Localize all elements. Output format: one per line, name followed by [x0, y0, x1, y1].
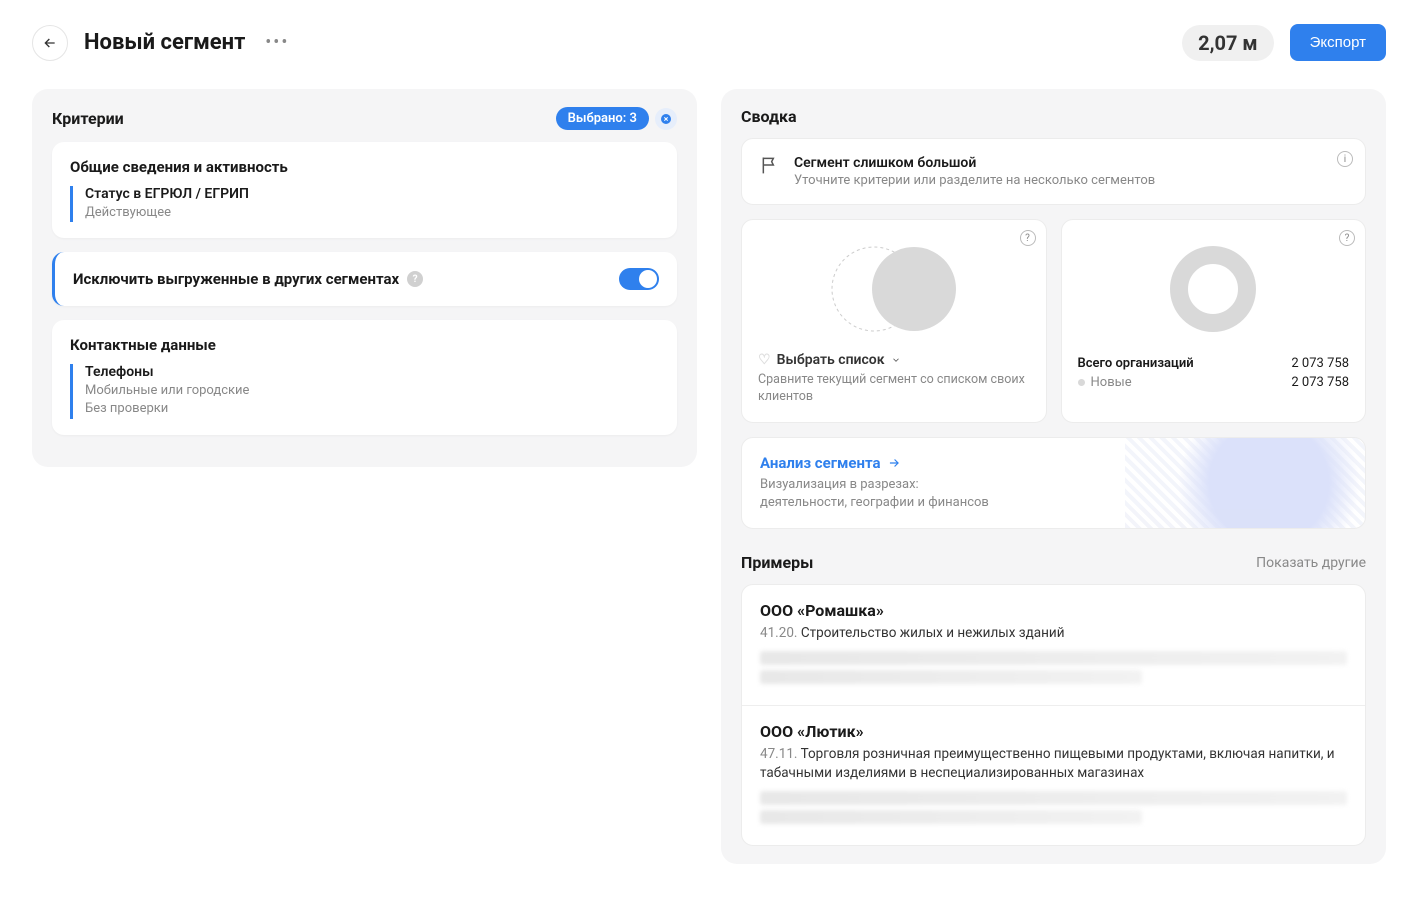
- compare-description: Сравните текущий сегмент со списком свои…: [758, 372, 1030, 406]
- criteria-group-title: Контактные данные: [70, 336, 659, 354]
- criteria-group-contacts[interactable]: Контактные данные Телефоны Мобильные или…: [52, 320, 677, 434]
- criteria-group-title: Общие сведения и активность: [70, 158, 659, 176]
- examples-list: ООО «Ромашка» 41.20. Строительство жилых…: [741, 584, 1366, 846]
- exclude-exported-toggle-card: Исключить выгруженные в других сегментах…: [52, 252, 677, 306]
- ellipsis-icon: •••: [265, 32, 289, 53]
- alert-title: Сегмент слишком большой: [794, 155, 1155, 171]
- page-title: Новый сегмент: [84, 30, 245, 55]
- toggle-label: Исключить выгруженные в других сегментах: [73, 270, 399, 288]
- info-icon[interactable]: i: [1337, 151, 1353, 167]
- criteria-panel: Критерии Выбрано: 3 Общие сведения и акт…: [32, 89, 697, 467]
- help-icon[interactable]: ?: [407, 271, 423, 287]
- example-activity: Торговля розничная преимущественно пищев…: [760, 746, 1335, 781]
- show-other-button[interactable]: Показать другие: [1256, 555, 1366, 571]
- analysis-link[interactable]: Анализ сегмента: [760, 454, 881, 472]
- venn-diagram-icon: [814, 239, 974, 339]
- compare-card: ? ♡ Выбрать список Сравните т: [741, 219, 1047, 423]
- segment-too-large-alert: Сегмент слишком большой Уточните критери…: [741, 138, 1366, 205]
- example-name: ООО «Ромашка»: [760, 601, 1347, 620]
- example-item[interactable]: ООО «Лютик» 47.11. Торговля розничная пр…: [742, 706, 1365, 845]
- selected-count-pill[interactable]: Выбрано: 3: [556, 107, 649, 130]
- blurred-meta: [760, 810, 1142, 824]
- heart-icon: ♡: [758, 352, 771, 368]
- help-icon[interactable]: ?: [1339, 230, 1355, 246]
- chevron-down-icon: [891, 355, 901, 365]
- select-list-label: Выбрать список: [777, 352, 885, 368]
- analysis-card[interactable]: Анализ сегмента Визуализация в разрезах:…: [741, 437, 1366, 529]
- segment-count-badge: 2,07 м: [1182, 25, 1274, 61]
- criteria-item-phones[interactable]: Телефоны Мобильные или городские Без про…: [70, 364, 659, 418]
- total-orgs-value: 2 073 758: [1291, 356, 1349, 371]
- legend-dot-icon: [1078, 379, 1085, 386]
- more-options-button[interactable]: •••: [261, 27, 293, 59]
- example-okved-code: 41.20.: [760, 625, 797, 641]
- example-activity: Строительство жилых и нежилых зданий: [801, 625, 1065, 641]
- page-header: Новый сегмент ••• 2,07 м Экспорт: [32, 24, 1386, 61]
- summary-title: Сводка: [741, 107, 797, 126]
- blurred-meta: [760, 670, 1142, 684]
- new-orgs-label: Новые: [1091, 375, 1132, 390]
- criteria-group-general[interactable]: Общие сведения и активность Статус в ЕГР…: [52, 142, 677, 238]
- arrow-left-icon: [42, 35, 58, 51]
- export-button[interactable]: Экспорт: [1290, 24, 1386, 61]
- flag-icon: [760, 155, 780, 175]
- criteria-item-status[interactable]: Статус в ЕГРЮЛ / ЕГРИП Действующее: [70, 186, 659, 222]
- arrow-right-icon: [887, 456, 901, 470]
- map-decoration: [1125, 438, 1365, 528]
- criteria-item-value: Мобильные или городские: [85, 382, 659, 400]
- totals-card: ? Всего организаций 2 073 758 Новые: [1061, 219, 1367, 423]
- example-okved-code: 47.11.: [760, 746, 797, 762]
- example-name: ООО «Лютик»: [760, 722, 1347, 741]
- help-icon[interactable]: ?: [1020, 230, 1036, 246]
- close-icon: [661, 114, 671, 124]
- donut-chart-icon: [1168, 244, 1258, 334]
- exclude-exported-switch[interactable]: [619, 268, 659, 290]
- new-orgs-value: 2 073 758: [1291, 375, 1349, 390]
- criteria-item-title: Статус в ЕГРЮЛ / ЕГРИП: [85, 186, 659, 202]
- example-item[interactable]: ООО «Ромашка» 41.20. Строительство жилых…: [742, 585, 1365, 706]
- examples-title: Примеры: [741, 553, 813, 572]
- summary-panel: Сводка Сегмент слишком большой Уточните …: [721, 89, 1386, 864]
- criteria-item-title: Телефоны: [85, 364, 659, 380]
- blurred-address: [760, 651, 1347, 665]
- criteria-item-value: Действующее: [85, 204, 659, 222]
- alert-subtitle: Уточните критерии или разделите на неско…: [794, 173, 1155, 188]
- criteria-title: Критерии: [52, 109, 124, 128]
- criteria-item-value: Без проверки: [85, 400, 659, 418]
- back-button[interactable]: [32, 25, 68, 61]
- blurred-address: [760, 791, 1347, 805]
- select-list-button[interactable]: ♡ Выбрать список: [758, 352, 1030, 368]
- clear-selection-button[interactable]: [655, 108, 677, 130]
- total-orgs-label: Всего организаций: [1078, 356, 1194, 371]
